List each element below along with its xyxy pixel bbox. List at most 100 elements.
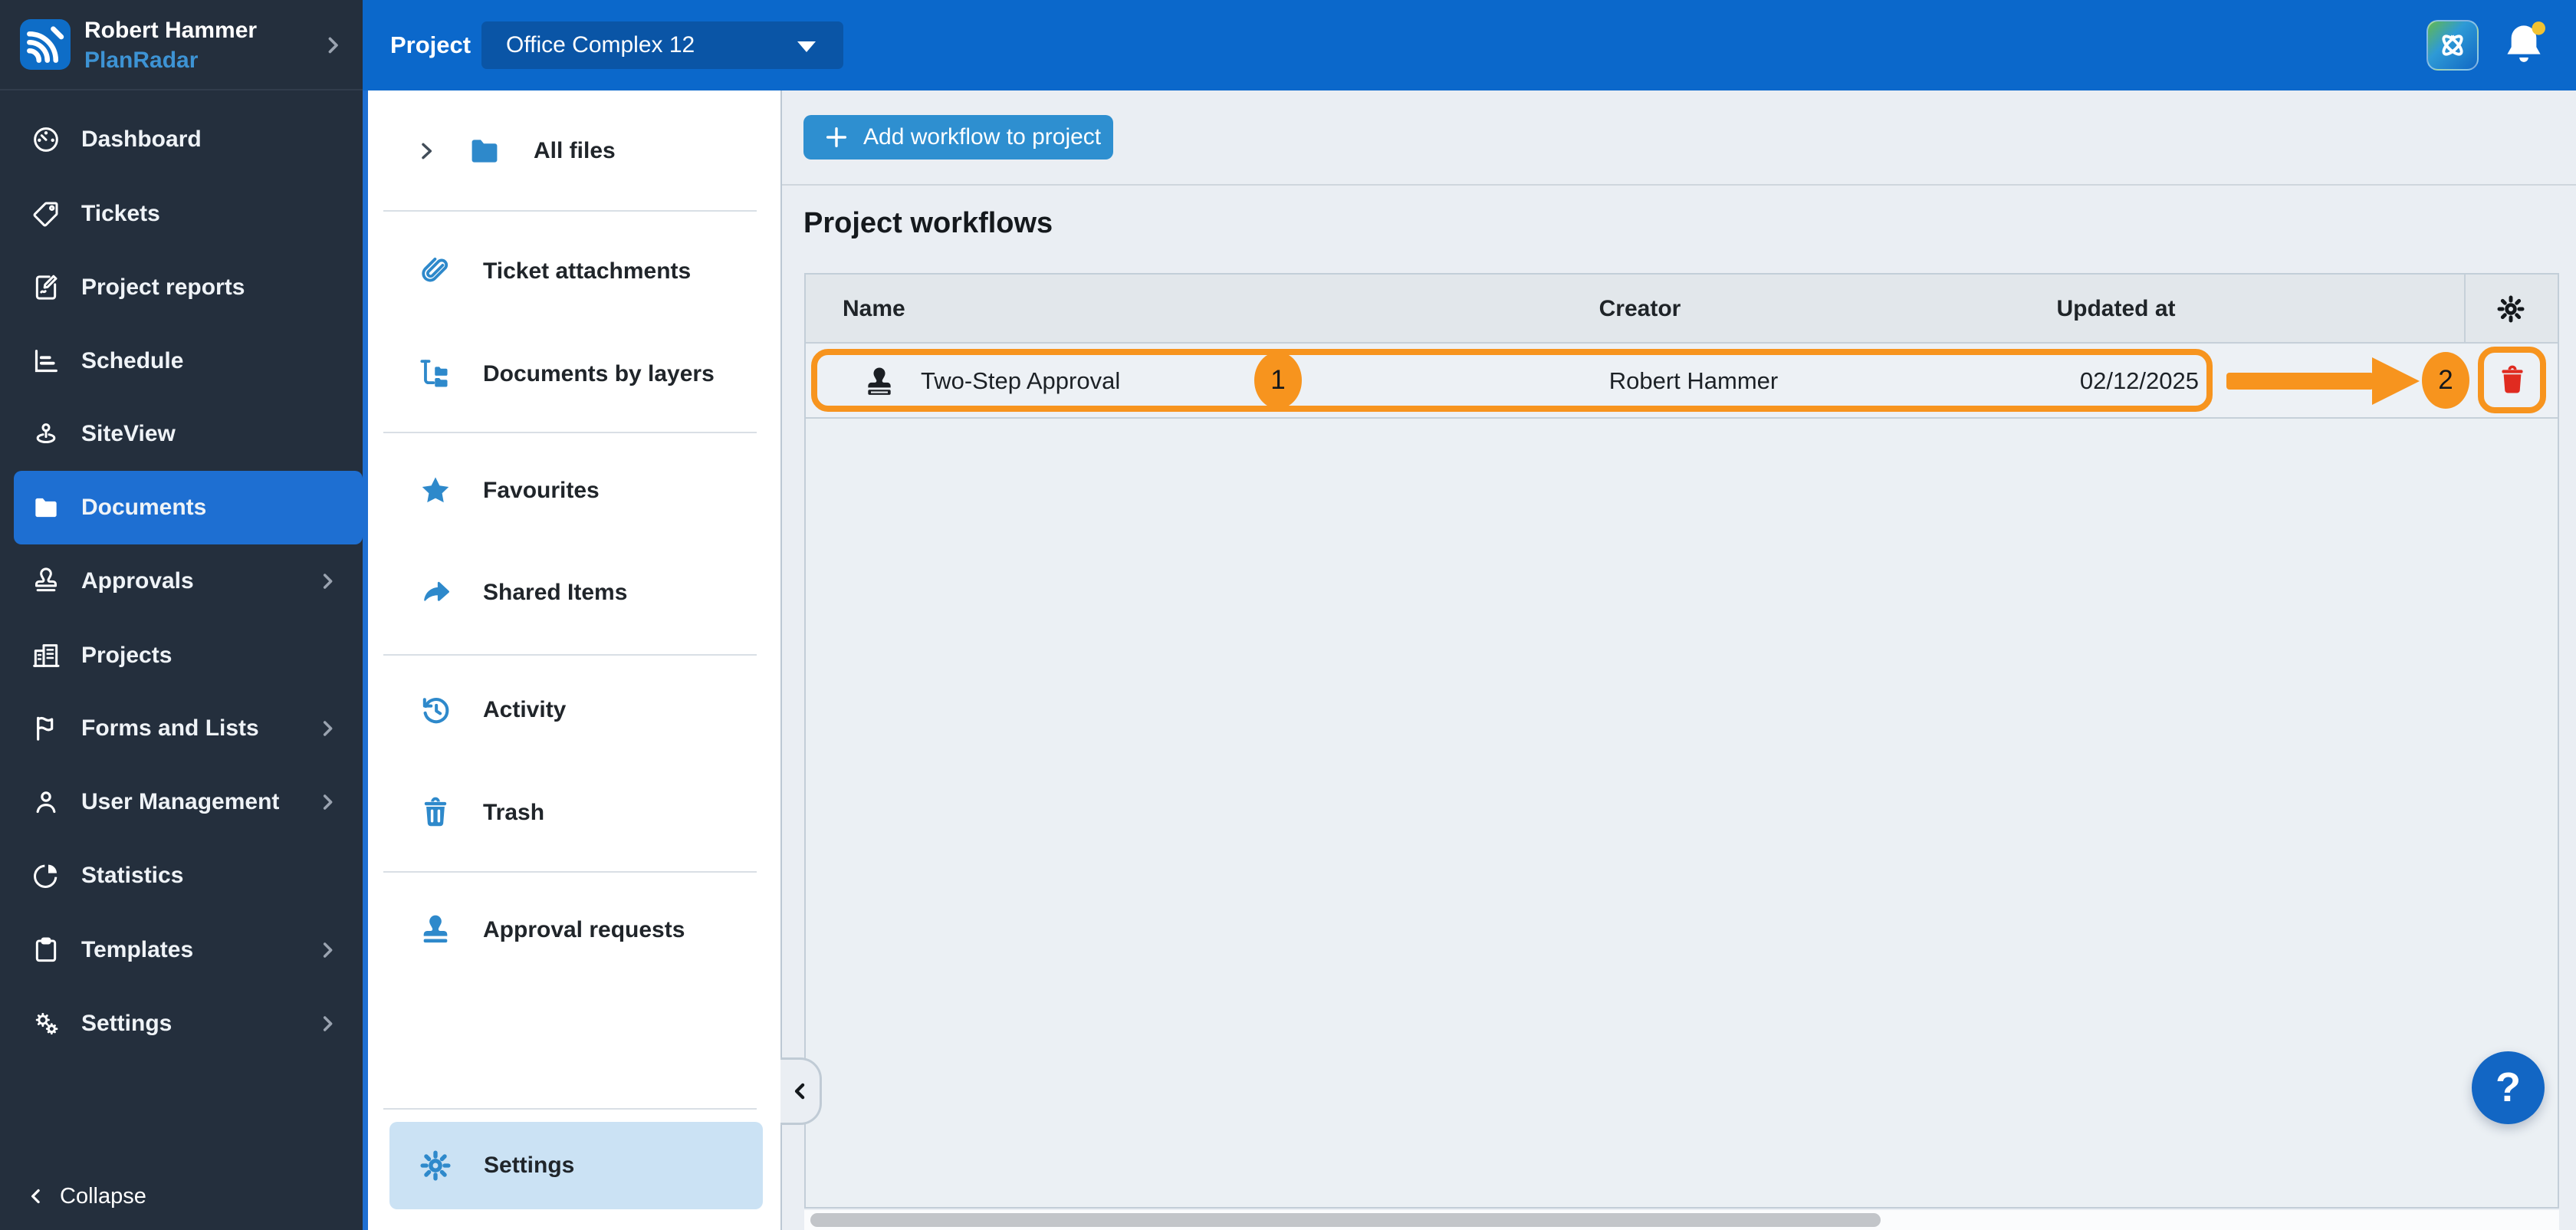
sidebar-item-statistics[interactable]: Statistics [14, 839, 363, 913]
column-header-name[interactable]: Name [843, 275, 905, 344]
panel-item-label: All files [534, 138, 616, 163]
sidebar-item-approvals[interactable]: Approvals [14, 544, 363, 618]
panel-item-label: Activity [483, 697, 567, 722]
table-settings-gear-icon[interactable] [2495, 293, 2527, 325]
flag-icon [37, 716, 54, 741]
delete-workflow-icon[interactable] [2496, 363, 2529, 397]
page-title: Project workflows [803, 207, 1053, 239]
connect-icon [2442, 35, 2463, 56]
sidebar-item-label: Project reports [81, 275, 245, 300]
sidebar-item-templates[interactable]: Templates [14, 913, 363, 987]
panel-item-shared-items[interactable]: Shared Items [418, 562, 627, 623]
panel-item-trash[interactable]: Trash [418, 782, 544, 844]
panel-item-all-files[interactable]: All files [414, 120, 616, 182]
divider [383, 210, 757, 212]
panel-item-activity[interactable]: Activity [418, 679, 566, 741]
panel-item-label: Approval requests [483, 917, 685, 942]
sidebar-item-label: Projects [81, 643, 172, 668]
collapse-label: Collapse [60, 1183, 146, 1209]
siteview-icon [36, 423, 56, 444]
documents-icon [35, 498, 57, 518]
gear-icon [420, 1150, 451, 1181]
chevron-right-icon [323, 574, 333, 589]
workflows-table: Name Creator Updated at Two-Step Approva… [804, 273, 2559, 1209]
paperclip-icon [422, 257, 449, 282]
panel-item-settings[interactable]: Settings [389, 1122, 763, 1209]
expand-chevron-icon[interactable] [414, 139, 439, 163]
project-selector[interactable]: Office Complex 12 [481, 21, 843, 69]
layers-tree-icon [420, 360, 448, 387]
panel-item-approval-requests[interactable]: Approval requests [418, 899, 685, 961]
sidebar-item-documents[interactable]: Documents [14, 471, 363, 544]
annotation-badge-1: 1 [1254, 352, 1302, 409]
panel-item-favourites[interactable]: Favourites [418, 460, 600, 521]
horizontal-scrollbar-thumb[interactable] [810, 1213, 1881, 1227]
sidebar-item-forms-and-lists[interactable]: Forms and Lists [14, 692, 363, 765]
bell-icon [2507, 21, 2545, 62]
chevron-left-icon [31, 1189, 40, 1204]
chevron-left-icon [794, 1083, 804, 1100]
panel-collapse-tab[interactable] [780, 1057, 822, 1125]
gears-icon [35, 1012, 58, 1035]
plus-icon [826, 127, 847, 148]
primary-sidebar: Robert Hammer PlanRadar Dashboard Ticket… [0, 0, 363, 1230]
divider [383, 1108, 757, 1110]
horizontal-scrollbar-track[interactable] [804, 1210, 2559, 1230]
sidebar-item-label: Templates [81, 937, 194, 962]
sidebar-item-schedule[interactable]: Schedule [14, 324, 363, 398]
help-button[interactable]: ? [2472, 1051, 2545, 1124]
panel-item-label: Documents by layers [483, 361, 715, 386]
top-bar: Project Office Complex 12 [363, 0, 2576, 90]
sidebar-item-projects[interactable]: Projects [14, 619, 363, 692]
sidebar-item-project-reports[interactable]: Project reports [14, 251, 363, 324]
notification-dot [2532, 21, 2545, 35]
connect-apps-button[interactable] [2426, 20, 2479, 71]
trash-icon [424, 797, 447, 827]
sidebar-item-siteview[interactable]: SiteView [14, 397, 363, 471]
sidebar-item-user-management[interactable]: User Management [14, 765, 363, 839]
sidebar-item-dashboard[interactable]: Dashboard [14, 103, 363, 176]
divider [383, 871, 757, 873]
user-icon [36, 791, 56, 814]
account-chevron-icon[interactable] [320, 32, 346, 58]
sidebar-item-label: User Management [81, 789, 280, 814]
add-workflow-button[interactable]: Add workflow to project [803, 115, 1113, 160]
notifications-button[interactable] [2497, 18, 2551, 72]
panel-item-label: Shared Items [483, 580, 628, 605]
panel-item-label: Ticket attachments [483, 258, 692, 284]
annotation-delete-highlight [2478, 347, 2546, 413]
dashboard-icon [34, 127, 58, 152]
sidebar-item-label: Schedule [81, 348, 184, 373]
sidebar-collapse-button[interactable]: Collapse [25, 1172, 146, 1221]
project-label: Project [390, 31, 472, 58]
statistics-pie-icon [34, 864, 58, 888]
project-reports-icon [35, 275, 58, 300]
divider [2464, 275, 2466, 344]
sidebar-item-label: Statistics [81, 863, 184, 888]
stamp-icon [423, 915, 448, 943]
sidebar-item-label: Forms and Lists [81, 715, 259, 741]
panel-item-label: Settings [484, 1153, 575, 1178]
sidebar-item-tickets[interactable]: Tickets [14, 177, 363, 251]
sidebar-item-label: Dashboard [81, 127, 202, 152]
project-selector-value: Office Complex 12 [506, 32, 695, 58]
column-header-creator[interactable]: Creator [1525, 275, 1755, 344]
brand-name: PlanRadar [84, 48, 199, 73]
star-icon [422, 477, 449, 503]
annotation-arrow [2226, 373, 2374, 390]
main-content: Add workflow to project Project workflow… [782, 90, 2576, 1230]
clipboard-icon [35, 937, 57, 962]
sidebar-item-label: Settings [81, 1011, 172, 1036]
add-workflow-label: Add workflow to project [863, 124, 1102, 150]
panel-item-ticket-attachments[interactable]: Ticket attachments [418, 241, 691, 302]
caret-down-icon [797, 41, 816, 52]
column-header-updated-at[interactable]: Updated at [2001, 275, 2231, 344]
table-row[interactable]: Two-Step Approval Robert Hammer 02/12/20… [806, 345, 2558, 419]
sidebar-item-settings[interactable]: Settings [14, 987, 363, 1061]
annotation-badge-2: 2 [2422, 352, 2469, 409]
approvals-stamp-icon [35, 567, 57, 592]
panel-item-documents-by-layers[interactable]: Documents by layers [418, 344, 715, 405]
chevron-right-icon [323, 794, 333, 810]
annotation-arrow-head [2372, 357, 2420, 405]
account-header[interactable]: Robert Hammer PlanRadar [0, 0, 363, 90]
